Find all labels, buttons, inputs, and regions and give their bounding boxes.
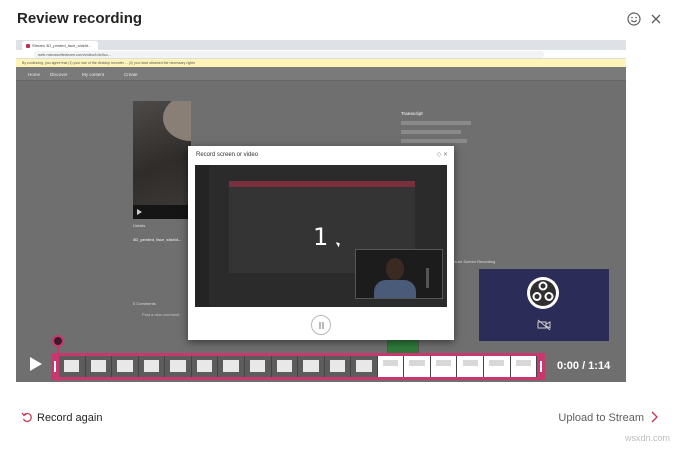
stream-video <box>133 101 191 219</box>
stream-page: Home Discover My content Create Details … <box>16 67 626 382</box>
close-icon[interactable] <box>648 11 664 27</box>
screen-capture-preview: 1 <box>195 165 447 307</box>
pause-icon <box>311 315 331 335</box>
mini-play-icon <box>137 209 142 215</box>
timeline-frame <box>484 356 511 377</box>
timeline-frame <box>324 356 352 377</box>
time-readout: 0:00 / 1:14 <box>557 360 611 372</box>
comments-label: 0 Comments <box>133 301 156 306</box>
trim-start-handle[interactable] <box>51 353 59 380</box>
camera-off-icon <box>537 319 551 331</box>
transcript-label: Transcript <box>401 111 423 116</box>
stream-nav-my-content: My content <box>82 72 105 77</box>
undo-icon <box>21 412 32 423</box>
obs-logo-icon <box>527 277 559 309</box>
comment-placeholder: Post a new comment <box>142 312 180 317</box>
timeline-frame <box>457 356 484 377</box>
timeline-frame <box>138 356 166 377</box>
person-image <box>163 101 191 141</box>
browser-toolbar: web.microsoftstream.com/video/b4c9cc... <box>16 50 626 59</box>
address-bar: web.microsoftstream.com/video/b4c9cc... <box>34 51 544 58</box>
details-label: Details <box>133 223 146 228</box>
play-icon[interactable] <box>30 357 42 371</box>
stream-nav-discover: Discover <box>50 72 68 77</box>
watermark: wsxdn.com <box>624 433 670 443</box>
recording-preview: Stream 3D_printed_face_shield... web.mic… <box>16 40 626 382</box>
trim-timeline[interactable] <box>51 353 545 380</box>
browser-tab-strip: Stream 3D_printed_face_shield... <box>16 40 626 50</box>
video-title: 3D_printed_face_shield... <box>133 237 182 242</box>
stream-nav-create: Create <box>124 72 138 77</box>
stream-nav-home: Home <box>28 72 41 77</box>
browser-tab: Stream 3D_printed_face_shield... <box>22 41 98 50</box>
timeline-frame <box>244 356 272 377</box>
timeline-frame <box>165 356 192 377</box>
obs-panel <box>479 269 609 341</box>
upload-label: Upload to Stream <box>558 412 644 424</box>
record-dialog-controls: ◇ ✕ <box>436 152 448 158</box>
timeline-frame <box>404 356 431 377</box>
stream-favicon-icon <box>26 43 30 48</box>
record-dialog-title: Record screen or video <box>196 152 259 158</box>
timeline-frame <box>510 356 538 377</box>
countdown-number: 1 <box>313 223 329 251</box>
chevron-right-icon <box>651 411 658 423</box>
timeline-frame <box>191 356 219 377</box>
side-list-text: Capture Screen Recording <box>448 259 496 264</box>
record-again-button[interactable]: Record again <box>21 411 102 424</box>
page-title: Review recording <box>17 10 143 27</box>
microphone-icon <box>426 268 429 288</box>
smiley-icon[interactable] <box>626 11 642 27</box>
trim-end-handle[interactable] <box>537 353 545 380</box>
record-dialog: Record screen or video ◇ ✕ 1 <box>188 146 454 340</box>
stream-nav: Home Discover My content Create <box>16 67 626 81</box>
upload-to-stream-button[interactable]: Upload to Stream <box>558 411 658 424</box>
timeline-frame <box>377 356 405 377</box>
browser-tab-title: Stream 3D_printed_face_shield... <box>32 43 92 48</box>
webcam-preview <box>355 249 443 299</box>
timeline-frame <box>430 356 458 377</box>
timeline-frame <box>271 356 299 377</box>
timeline-frame <box>112 356 139 377</box>
record-again-label: Record again <box>37 412 103 424</box>
timeline-frame <box>298 356 325 377</box>
timeline-frame <box>59 356 86 377</box>
timeline-frame <box>85 356 113 377</box>
browser-warning-bar: By continuing, you agree that (1) your u… <box>16 59 626 67</box>
timeline-frames <box>59 356 538 377</box>
timeline-frame <box>351 356 378 377</box>
timeline-frame <box>218 356 245 377</box>
